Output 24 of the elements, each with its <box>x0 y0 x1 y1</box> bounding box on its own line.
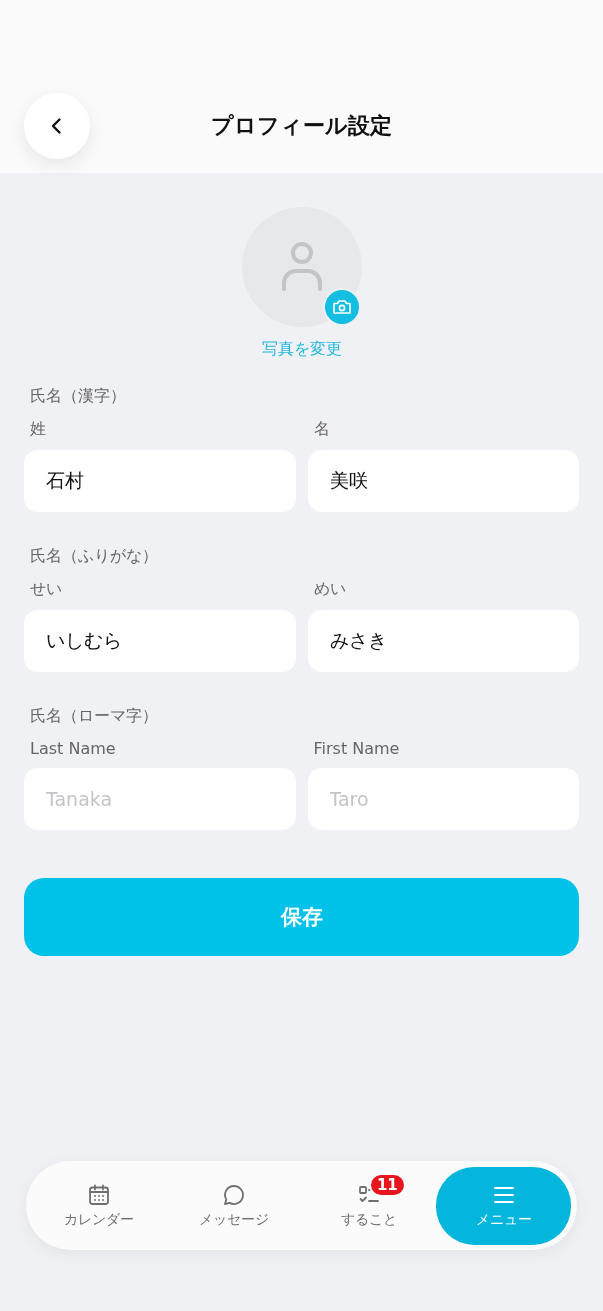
nav-tab[interactable]: 11 すること <box>301 1166 437 1245</box>
input-field[interactable]: 石村 <box>24 450 296 512</box>
field-label: めい <box>313 579 347 600</box>
input-field[interactable]: 美咲 <box>307 450 579 512</box>
nav-tab[interactable]: カレンダー <box>32 1166 167 1245</box>
input-field[interactable]: いしむら <box>24 610 296 672</box>
group-label: 氏名（ローマ字） <box>30 706 159 727</box>
person-icon <box>279 241 324 293</box>
chat-bubble-icon <box>222 1182 247 1207</box>
input-field[interactable]: Taro <box>307 768 579 830</box>
input-field[interactable]: Tanaka <box>24 768 296 830</box>
field-label: 姓 <box>30 419 47 440</box>
nav-tab[interactable]: メッセージ <box>166 1166 302 1245</box>
calendar-icon <box>87 1182 112 1207</box>
input-field[interactable]: みさき <box>307 610 579 672</box>
notification-badge: 11 <box>368 1172 406 1197</box>
group-label: 氏名（ふりがな） <box>30 546 159 567</box>
field-label: 名 <box>313 419 331 440</box>
page-title: プロフィール設定 <box>211 112 392 140</box>
group-label: 氏名（漢字） <box>30 386 127 407</box>
field-label: せい <box>30 579 63 600</box>
field-label: Last Name <box>30 739 117 758</box>
camera-icon <box>331 299 352 315</box>
field-label: First Name <box>313 739 401 758</box>
